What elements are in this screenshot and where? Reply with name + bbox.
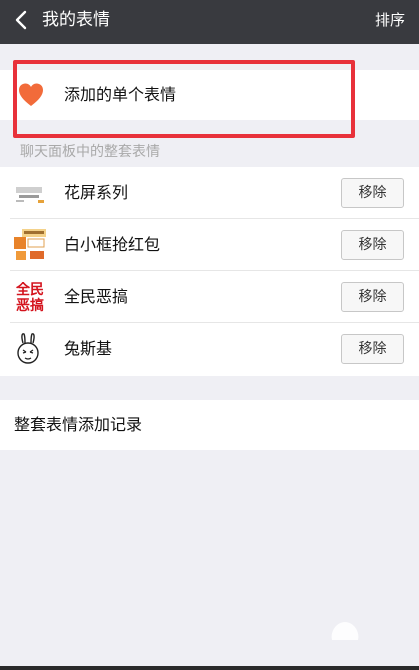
- sticker-thumb-text: 恶搞: [16, 298, 44, 314]
- sticker-thumbnail: [10, 331, 48, 367]
- sticker-set-name: 白小框抢红包: [64, 235, 161, 254]
- remove-button[interactable]: 移除: [341, 282, 404, 312]
- sticker-thumbnail: [10, 227, 48, 263]
- add-record-label: 整套表情添加记录: [14, 415, 143, 434]
- list-item[interactable]: 白小框抢红包 移除: [0, 219, 419, 271]
- floating-bubble-icon: [331, 622, 359, 640]
- sticker-thumbnail: 全民 恶搞: [12, 282, 48, 316]
- page-title: 我的表情: [42, 10, 110, 30]
- sticker-set-list: 花屏系列 移除 白小框抢红包 移除 全民 恶搞 全民恶搞 移除 兔斯基 移除: [0, 167, 419, 376]
- chevron-left-icon: [15, 10, 27, 30]
- sort-button[interactable]: 排序: [375, 8, 405, 32]
- sticker-set-name: 兔斯基: [64, 339, 113, 358]
- sticker-set-name: 全民恶搞: [64, 287, 129, 306]
- remove-button[interactable]: 移除: [341, 230, 404, 260]
- sticker-thumb-text: 全民: [16, 282, 44, 298]
- sticker-thumbnail: [10, 175, 48, 211]
- sticker-set-name: 花屏系列: [64, 183, 129, 202]
- list-item[interactable]: 兔斯基 移除: [0, 323, 419, 375]
- remove-button[interactable]: 移除: [341, 334, 404, 364]
- list-item[interactable]: 全民 恶搞 全民恶搞 移除: [0, 271, 419, 323]
- list-item[interactable]: 花屏系列 移除: [0, 167, 419, 219]
- bottom-edge: [0, 666, 419, 670]
- add-record-row[interactable]: 整套表情添加记录: [0, 400, 419, 450]
- back-button[interactable]: [8, 6, 36, 34]
- highlight-box: [13, 60, 355, 138]
- top-bar: 我的表情 排序: [0, 0, 419, 44]
- remove-button[interactable]: 移除: [341, 178, 404, 208]
- section-label: 聊天面板中的整套表情: [20, 144, 160, 160]
